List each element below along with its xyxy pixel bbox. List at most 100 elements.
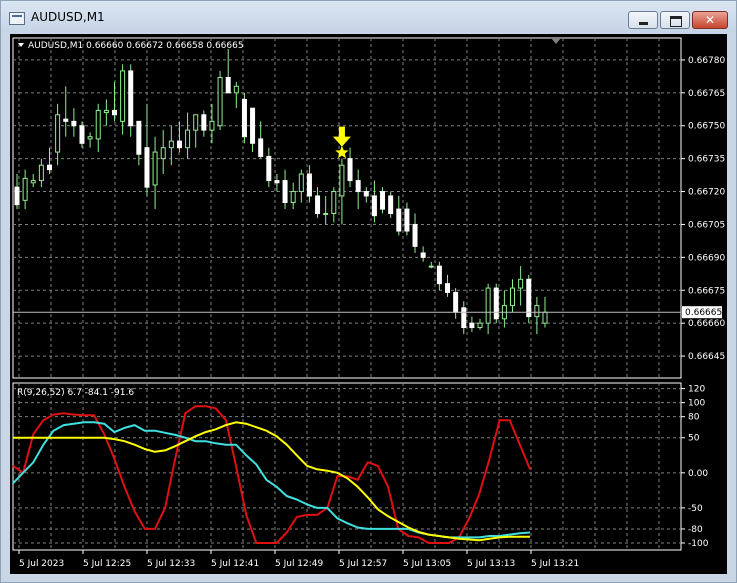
candle-bullish: [160, 147, 166, 160]
indicator-axis-label: 50: [688, 434, 700, 444]
candle-bullish: [30, 180, 36, 184]
candle-bearish: [420, 252, 426, 258]
indicator-axis-label: -80: [688, 525, 703, 535]
indicator-info-text: R(9,26,52) 6.7 -84.1 -91.6: [17, 388, 134, 398]
candle-bearish: [526, 278, 532, 318]
candle-bullish: [331, 191, 337, 214]
candle-bullish: [152, 151, 158, 186]
price-axis-label: 0.66660: [688, 319, 725, 329]
minimize-icon: [629, 12, 657, 28]
time-axis-label: 5 Jul 12:49: [275, 559, 324, 569]
candle-bullish: [534, 305, 540, 318]
indicator-axis-label: 100: [688, 399, 705, 409]
time-axis-label: 5 Jul 12:25: [83, 559, 131, 569]
minimize-button[interactable]: [628, 11, 658, 29]
chart-window-icon[interactable]: [9, 12, 25, 25]
candle-bullish: [323, 212, 329, 215]
candle-bullish: [120, 70, 126, 122]
candle-bearish: [371, 195, 377, 217]
time-axis-label: 5 Jul 13:05: [403, 559, 451, 569]
chart-info-text: AUDUSD,M1 0.66660 0.66672 0.66658 0.6666…: [28, 41, 244, 51]
candle-bearish: [258, 138, 264, 157]
price-axis-label: 0.66690: [688, 253, 725, 263]
candle-bullish: [38, 164, 44, 182]
candle-bearish: [176, 140, 182, 149]
price-axis-label: 0.66645: [688, 352, 725, 362]
candle-bearish: [71, 120, 77, 127]
candle-bullish: [518, 278, 524, 289]
candle-bullish: [22, 177, 28, 201]
candle-bearish: [445, 283, 451, 293]
candle-bullish: [290, 191, 296, 204]
chart-window: AUDUSD,M1 ✕ 0.66780 0.66765 0.66750 0.66735…: [0, 0, 737, 583]
candle-bullish: [87, 136, 93, 140]
candle-bearish: [266, 155, 272, 182]
time-axis-label: 5 Jul 13:21: [531, 559, 579, 569]
time-axis-label: 5 Jul 13:13: [467, 559, 515, 569]
price-axis-label: 0.66765: [688, 89, 725, 99]
candle-bearish: [396, 208, 402, 232]
candle-bearish: [388, 195, 394, 214]
candle-bullish: [209, 120, 215, 131]
candle-bearish: [128, 70, 134, 127]
price-axis-label: 0.66750: [688, 122, 725, 132]
time-axis-label: 5 Jul 12:57: [339, 559, 387, 569]
candle-bullish: [428, 265, 434, 268]
close-button[interactable]: ✕: [692, 11, 728, 29]
candle-bearish: [111, 109, 117, 116]
indicator-axis-label: 80: [688, 413, 700, 423]
close-icon: ✕: [704, 13, 716, 27]
candle-bearish: [315, 195, 321, 214]
time-axis-label: 5 Jul 2023: [19, 559, 64, 569]
window-title: AUDUSD,M1: [31, 10, 105, 24]
candle-bearish: [461, 307, 467, 329]
candle-bearish: [274, 180, 280, 184]
candle-bullish: [193, 114, 199, 131]
candle-bullish: [233, 85, 239, 94]
time-axis-label: 5 Jul 12:33: [147, 559, 195, 569]
indicator-axis-label: -50: [688, 504, 703, 514]
signal-star-icon: [335, 145, 349, 159]
candle-bearish: [306, 173, 312, 197]
price-axis-label: 0.66780: [688, 56, 725, 66]
candle-bullish: [339, 164, 345, 197]
candle-bullish: [95, 109, 101, 140]
title-bar[interactable]: AUDUSD,M1 ✕: [1, 1, 736, 33]
candle-bearish: [493, 287, 499, 320]
candle-bearish: [347, 158, 353, 182]
candle-bearish: [79, 125, 85, 144]
candle-bullish: [485, 287, 491, 324]
candle-bearish: [14, 186, 20, 206]
candle-bullish: [217, 76, 223, 127]
indicator-line-1: [12, 405, 531, 544]
candle-bearish: [380, 191, 386, 210]
candle-bearish: [453, 291, 459, 313]
indicator-axis-label: 0.00: [688, 469, 708, 479]
chart-shift-marker-icon[interactable]: [551, 38, 561, 44]
indicator-axis-label: -100: [688, 539, 709, 549]
candle-bearish: [469, 322, 475, 329]
maximize-button[interactable]: [660, 11, 690, 29]
candle-bearish: [250, 107, 256, 144]
chart-area[interactable]: 0.66780 0.66765 0.66750 0.66735 0.66720 0.667…: [10, 34, 727, 574]
chart-canvas[interactable]: 0.66780 0.66765 0.66750 0.66735 0.66720 0.667…: [10, 34, 727, 574]
price-axis-label: 0.66675: [688, 286, 725, 296]
candle-bearish: [201, 114, 207, 131]
candle-bearish: [355, 180, 361, 193]
candle-bearish: [144, 147, 150, 188]
candle-bullish: [298, 173, 304, 193]
candle-bullish: [168, 140, 174, 149]
candle-bullish: [55, 114, 61, 153]
indicator-line-3: [13, 421, 530, 542]
candle-bearish: [225, 76, 231, 94]
indicator-line-2: [12, 421, 531, 539]
price-axis-label: 0.66705: [688, 220, 725, 230]
price-axis-label: 0.66720: [688, 188, 725, 198]
maximize-icon: [661, 12, 689, 28]
candle-bullish: [542, 311, 548, 324]
candle-bullish: [510, 287, 516, 307]
candle-bullish: [185, 129, 191, 149]
candle-bearish: [241, 98, 247, 138]
candle-bullish: [103, 109, 109, 114]
indicator-panel-frame: [12, 382, 682, 551]
